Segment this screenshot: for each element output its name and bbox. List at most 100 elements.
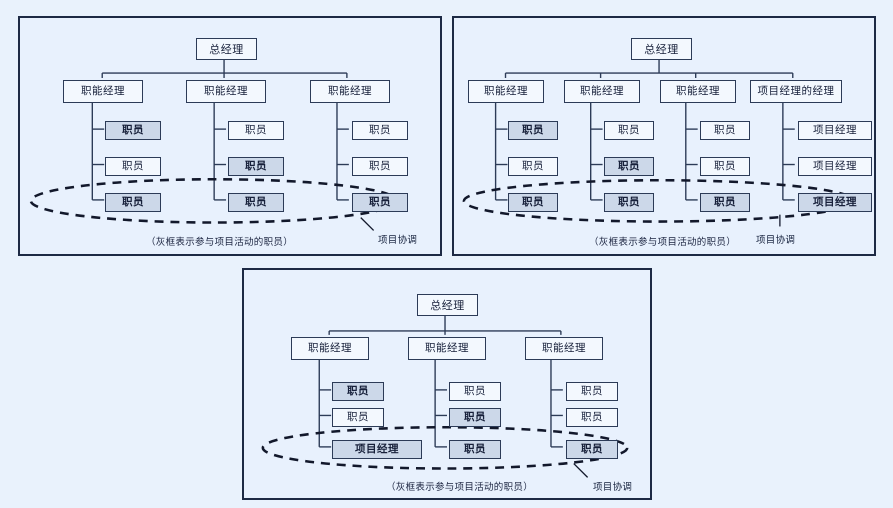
node-staff-3-2[interactable]: 职员 (566, 408, 618, 427)
node-label: 职员 (522, 160, 544, 173)
coordination-annotation: 项目协调 (593, 479, 632, 493)
node-functional-manager-3[interactable]: 职能经理 (660, 80, 736, 103)
panel-matrix-organization[interactable]: 总经理 职能经理 职员 职员 职员 职能经理 职员 职员 职员 职能经理 职员 … (452, 16, 876, 256)
node-staff-1-2[interactable]: 职员 (105, 157, 161, 176)
node-functional-manager-3[interactable]: 职能经理 (525, 337, 603, 360)
annotation-leader-line (573, 463, 589, 478)
panel-weak-matrix-organization[interactable]: 总经理 职能经理 职员 职员 项目经理 职能经理 职员 职员 职员 职能经理 职… (242, 268, 652, 500)
annotation-leader-line (360, 217, 375, 231)
node-staff-1-1[interactable]: 职员 (332, 382, 384, 401)
node-general-manager[interactable]: 总经理 (417, 294, 478, 316)
node-staff-2-3[interactable]: 职员 (228, 193, 284, 212)
node-general-manager[interactable]: 总经理 (196, 38, 257, 60)
node-staff-1-1[interactable]: 职员 (508, 121, 558, 140)
node-label: 职员 (122, 196, 144, 209)
node-label: 职能经理 (425, 342, 469, 355)
annotation-text: 项目协调 (378, 235, 418, 246)
node-label: 项目经理 (355, 443, 399, 456)
node-staff-3-1[interactable]: 职员 (566, 382, 618, 401)
node-staff-2-1[interactable]: 职员 (604, 121, 654, 140)
node-label: 职员 (714, 124, 736, 137)
node-label: 职员 (714, 160, 736, 173)
node-label: 职员 (245, 196, 267, 209)
node-staff-2-3[interactable]: 职员 (604, 193, 654, 212)
node-label: 职员 (581, 411, 603, 424)
node-label: 职能经理 (580, 85, 624, 98)
node-project-manager-1-3[interactable]: 项目经理 (332, 440, 422, 459)
node-staff-1-1[interactable]: 职员 (105, 121, 161, 140)
panel-caption: （灰框表示参与项目活动的职员） (386, 479, 533, 493)
node-functional-manager-1[interactable]: 职能经理 (468, 80, 544, 103)
annotation-text: 项目协调 (756, 235, 796, 246)
node-project-manager-4-3[interactable]: 项目经理 (798, 193, 872, 212)
node-staff-2-2[interactable]: 职员 (604, 157, 654, 176)
node-label: 职能经理 (484, 85, 528, 98)
node-manager-of-project-managers[interactable]: 项目经理的经理 (750, 80, 842, 103)
node-general-manager[interactable]: 总经理 (631, 38, 692, 60)
node-project-manager-4-1[interactable]: 项目经理 (798, 121, 872, 140)
node-label: 职员 (618, 124, 640, 137)
annotation-text: 项目协调 (593, 482, 633, 493)
node-label: 职员 (618, 160, 640, 173)
node-functional-manager-1[interactable]: 职能经理 (291, 337, 369, 360)
panel-functional-organization[interactable]: 总经理 职能经理 职员 职员 职员 职能经理 职员 职员 职员 职能经理 职员 … (18, 16, 442, 256)
node-label: 职能经理 (81, 85, 125, 98)
node-label: 职员 (122, 160, 144, 173)
node-label: 项目经理 (813, 124, 857, 137)
caption-text: （灰框表示参与项目活动的职员） (589, 237, 737, 248)
node-functional-manager-3[interactable]: 职能经理 (310, 80, 390, 103)
node-staff-3-3[interactable]: 职员 (352, 193, 408, 212)
diagram-canvas: 总经理 职能经理 职员 职员 职员 职能经理 职员 职员 职员 职能经理 职员 … (0, 0, 893, 508)
node-staff-2-2[interactable]: 职员 (228, 157, 284, 176)
node-label: 职员 (714, 196, 736, 209)
node-staff-3-2[interactable]: 职员 (700, 157, 750, 176)
node-project-manager-4-2[interactable]: 项目经理 (798, 157, 872, 176)
node-label: 职员 (464, 443, 486, 456)
node-staff-1-2[interactable]: 职员 (508, 157, 558, 176)
node-staff-1-3[interactable]: 职员 (508, 193, 558, 212)
node-functional-manager-2[interactable]: 职能经理 (564, 80, 640, 103)
node-staff-2-1[interactable]: 职员 (449, 382, 501, 401)
node-label: 职能经理 (542, 342, 586, 355)
node-label: 职员 (347, 385, 369, 398)
panel-caption: （灰框表示参与项目活动的职员） (146, 234, 293, 248)
node-functional-manager-2[interactable]: 职能经理 (186, 80, 266, 103)
node-staff-2-3[interactable]: 职员 (449, 440, 501, 459)
node-staff-1-3[interactable]: 职员 (105, 193, 161, 212)
node-label: 项目经理 (813, 160, 857, 173)
node-staff-3-1[interactable]: 职员 (700, 121, 750, 140)
node-label: 职员 (618, 196, 640, 209)
node-label: 总经理 (430, 298, 465, 312)
node-label: 职能经理 (676, 85, 720, 98)
node-label: 总经理 (644, 42, 679, 56)
node-label: 职员 (347, 411, 369, 424)
node-label: 项目经理 (813, 196, 857, 209)
node-label: 职员 (464, 411, 486, 424)
node-label: 职员 (369, 160, 391, 173)
node-staff-3-3[interactable]: 职员 (700, 193, 750, 212)
node-staff-1-2[interactable]: 职员 (332, 408, 384, 427)
project-coordination-ellipse (29, 177, 399, 224)
node-label: 总经理 (209, 42, 244, 56)
node-label: 职员 (464, 385, 486, 398)
node-label: 职员 (581, 443, 603, 456)
coordination-annotation: 项目协调 (756, 232, 795, 246)
node-label: 职员 (245, 124, 267, 137)
coordination-annotation: 项目协调 (378, 232, 417, 246)
caption-text: （灰框表示参与项目活动的职员） (146, 237, 294, 248)
node-staff-2-2[interactable]: 职员 (449, 408, 501, 427)
node-functional-manager-1[interactable]: 职能经理 (63, 80, 143, 103)
node-staff-3-3[interactable]: 职员 (566, 440, 618, 459)
node-staff-2-1[interactable]: 职员 (228, 121, 284, 140)
node-label: 职员 (369, 124, 391, 137)
node-staff-3-2[interactable]: 职员 (352, 157, 408, 176)
node-label: 职员 (581, 385, 603, 398)
node-label: 职能经理 (308, 342, 352, 355)
panel-caption: （灰框表示参与项目活动的职员） (589, 234, 736, 248)
caption-text: （灰框表示参与项目活动的职员） (386, 482, 534, 493)
node-label: 职能经理 (328, 85, 372, 98)
node-label: 职员 (522, 124, 544, 137)
node-functional-manager-2[interactable]: 职能经理 (408, 337, 486, 360)
node-label: 职员 (245, 160, 267, 173)
node-staff-3-1[interactable]: 职员 (352, 121, 408, 140)
